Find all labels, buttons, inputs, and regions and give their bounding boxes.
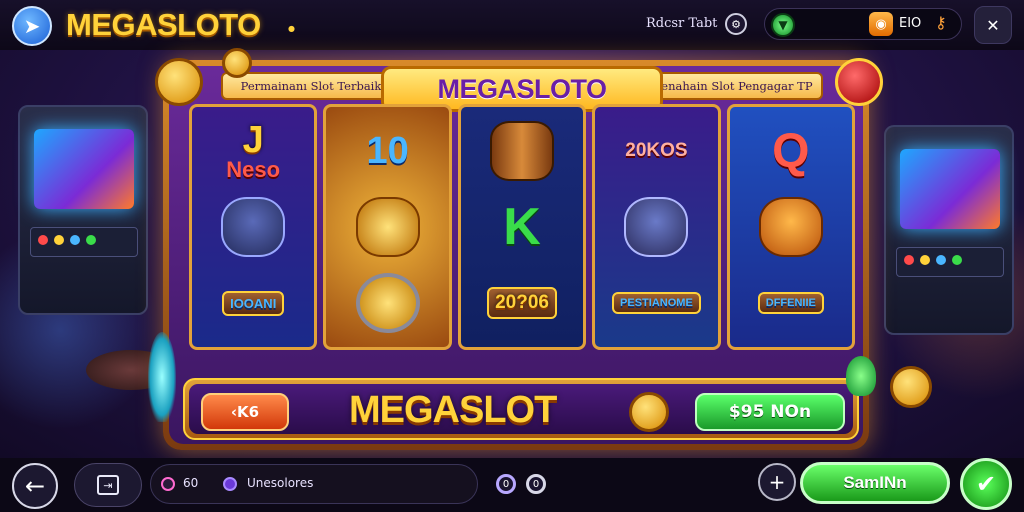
toggle-ring-1[interactable]: 0 xyxy=(496,474,516,494)
purple-dot-icon xyxy=(223,477,237,491)
symbol-q: Q xyxy=(746,115,836,187)
coin-icon xyxy=(155,58,203,106)
symbol-10: 10 xyxy=(343,115,433,187)
symbol-label: Q xyxy=(772,124,810,178)
right-banner: Senahain Slot Pengagar TP xyxy=(643,72,823,100)
settings-icon[interactable]: ⚙ xyxy=(725,13,747,35)
symbol-label: 20?06 xyxy=(487,287,557,319)
symbol-label: K xyxy=(503,198,541,256)
back-arrow-icon[interactable]: ← xyxy=(12,463,58,509)
symbol-label: 10 xyxy=(366,129,409,172)
bet-decrease-button[interactable]: ‹K6 xyxy=(201,393,289,431)
spin-button[interactable]: $95 NOn xyxy=(695,393,845,431)
gem-icon[interactable]: ▼ xyxy=(771,13,795,37)
machine-title: MEGASLOTO xyxy=(437,73,607,104)
balance-value: EIO xyxy=(899,16,922,31)
wolf-character-icon xyxy=(611,191,701,263)
symbol-iooani: IOOANI xyxy=(208,267,298,339)
gold-coin-emblem-icon xyxy=(343,267,433,339)
arcade-screen xyxy=(900,149,1000,229)
checkmark-icon[interactable]: ✔ xyxy=(960,458,1012,510)
reel-3: K 20?06 xyxy=(457,104,587,350)
symbol-20kos: 20KOS xyxy=(611,115,701,187)
close-icon[interactable]: ✕ xyxy=(974,6,1012,44)
symbol-label: Neso xyxy=(226,157,281,182)
start-button[interactable]: SamINn xyxy=(800,462,950,504)
balance-pill: ▼ ◉ EIO ⚷ xyxy=(764,8,962,40)
coin-icon xyxy=(629,392,669,432)
coin-icon: ◉ xyxy=(869,12,893,36)
symbol-label: 20KOS xyxy=(625,140,688,161)
info-pill[interactable]: 60 Unesolores xyxy=(150,464,478,504)
reels: J Neso IOOANI 10 K 20?06 20KOS PESTIANOM… xyxy=(189,104,856,350)
slot-machine: Permainanı Slot Terbaik Senahain Slot Pe… xyxy=(155,58,883,450)
toggle-ring-2[interactable]: 0 xyxy=(526,474,546,494)
panel-title: MEGASLOT xyxy=(349,389,557,431)
cowboy-character-icon xyxy=(746,191,836,263)
symbol-20-06: 20?06 xyxy=(477,267,567,339)
arcade-machine-right xyxy=(884,125,1014,335)
control-panel-inner: ‹K6 MEGASLOT $95 NOn xyxy=(189,384,853,434)
reel-2: 10 xyxy=(323,104,452,350)
symbol-pestianome: PESTIANOME xyxy=(611,267,701,339)
top-bar: ➤ MEGASLOTO ● Rdcsr Tabt ⚙ ▼ ◉ EIO ⚷ ✕ xyxy=(0,0,1024,50)
menu-box-icon: ⇥ xyxy=(97,475,119,495)
pink-dot-icon xyxy=(161,477,175,491)
arcade-screen xyxy=(34,129,134,209)
menu-button[interactable]: ⇥ xyxy=(74,463,142,507)
reel-1: J Neso IOOANI xyxy=(189,104,318,350)
reel-5: Q DFFENIIE xyxy=(726,104,856,350)
blue-flame-icon xyxy=(148,332,176,422)
wolf-character-icon xyxy=(208,191,298,263)
key-icon[interactable]: ⚷ xyxy=(935,13,947,32)
paper-plane-icon[interactable]: ➤ xyxy=(12,6,52,46)
brand-title: MEGASLOTO xyxy=(66,7,261,42)
control-panel: ‹K6 MEGASLOT $95 NOn xyxy=(183,378,859,440)
coin-icon xyxy=(890,366,932,408)
info-number: 60 xyxy=(183,476,199,490)
arcade-buttons xyxy=(38,235,96,245)
arcade-machine-left xyxy=(18,105,148,315)
machine-body: Permainanı Slot Terbaik Senahain Slot Pe… xyxy=(155,58,883,444)
symbol-j-neso: J Neso xyxy=(208,115,298,187)
plus-icon[interactable]: + xyxy=(758,463,796,501)
barrel-icon xyxy=(477,115,567,187)
symbol-label: DFFENIIE xyxy=(757,292,824,314)
coin-icon xyxy=(222,48,252,78)
left-banner: Permainanı Slot Terbaik xyxy=(221,72,401,100)
reel-4: 20KOS PESTIANOME xyxy=(592,104,721,350)
symbol-label: PESTIANOME xyxy=(612,292,701,314)
green-gem-icon xyxy=(846,356,876,396)
symbol-label: IOOANI xyxy=(222,290,285,316)
symbol-label: J xyxy=(242,119,264,161)
ruby-coin-icon xyxy=(835,58,883,106)
symbol-k: K xyxy=(477,191,567,263)
brand-dot: ● xyxy=(288,24,295,33)
symbol-dffeniie: DFFENIIE xyxy=(746,267,836,339)
golden-trophy-icon xyxy=(343,191,433,263)
arcade-buttons xyxy=(904,255,962,265)
info-text: Unesolores xyxy=(247,476,314,490)
top-label: Rdcsr Tabt xyxy=(646,16,718,31)
